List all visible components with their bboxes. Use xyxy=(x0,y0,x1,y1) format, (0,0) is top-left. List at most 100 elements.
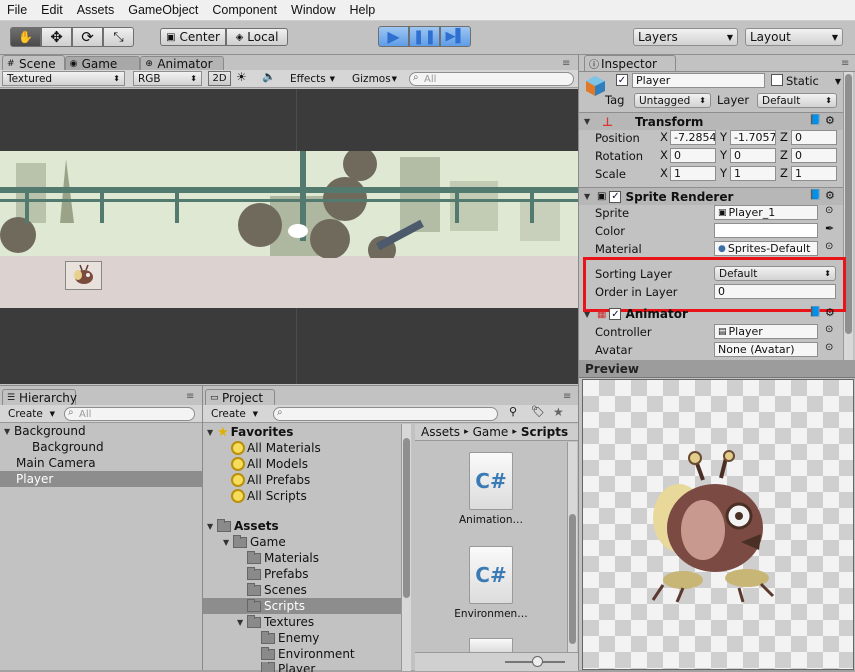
folder-textures[interactable]: ▼ Textures xyxy=(203,614,401,630)
static-checkbox[interactable] xyxy=(771,74,783,86)
preview-canvas[interactable] xyxy=(582,379,854,670)
favorites-section[interactable]: ▼ ★ Favorites xyxy=(203,424,401,440)
project-grid-scrollbar[interactable] xyxy=(567,442,577,652)
tab-animator[interactable]: ⊕ Animator xyxy=(140,56,224,71)
sprite-renderer-header[interactable]: ▼ ▣ ✓ Sprite Renderer 📘 ⚙ xyxy=(579,187,843,205)
icon-size-slider-handle[interactable] xyxy=(532,656,543,667)
audio-icon[interactable]: 🔈 xyxy=(262,70,276,83)
gear-icon[interactable]: ⚙ xyxy=(825,114,835,127)
folder-environment[interactable]: Environment xyxy=(203,646,401,662)
help-icon[interactable]: 📘 xyxy=(809,190,821,201)
scale-y-input[interactable]: 1 xyxy=(730,166,776,181)
hierarchy-item-main-camera[interactable]: Main Camera xyxy=(0,455,202,471)
help-icon[interactable]: 📘 xyxy=(809,115,821,126)
static-dropdown[interactable]: ▼ xyxy=(833,74,843,89)
sprite-renderer-enabled-checkbox[interactable]: ✓ xyxy=(609,190,622,203)
scale-tool-button[interactable]: ⤡ xyxy=(103,27,134,47)
folder-player[interactable]: Player xyxy=(203,662,401,672)
position-z-input[interactable]: 0 xyxy=(791,130,837,145)
breadcrumb-game[interactable]: Game xyxy=(473,425,509,439)
layout-dropdown[interactable]: Layout ▼ xyxy=(745,28,843,46)
project-search-input[interactable] xyxy=(273,407,498,421)
project-tree-scrollbar[interactable] xyxy=(401,424,411,671)
panel-menu-icon[interactable]: ≡ xyxy=(562,58,570,69)
filter-type-icon[interactable]: ⚲ xyxy=(509,405,517,418)
breadcrumb-assets[interactable]: Assets xyxy=(421,425,460,439)
hierarchy-search-input[interactable]: All xyxy=(64,407,195,421)
rotation-z-input[interactable]: 0 xyxy=(791,148,837,163)
pivot-center-button[interactable]: ▣ Center xyxy=(160,28,226,46)
assets-folder[interactable]: ▼ Assets xyxy=(203,518,401,534)
breadcrumb-scripts[interactable]: Scripts xyxy=(521,425,568,439)
gameobject-name-input[interactable]: Player xyxy=(632,73,765,88)
controller-field[interactable]: ▤ Player xyxy=(714,324,818,339)
step-button[interactable]: ▶▌ xyxy=(440,26,471,47)
scale-z-input[interactable]: 1 xyxy=(791,166,837,181)
lighting-icon[interactable]: ☀ xyxy=(236,70,247,84)
favorite-all-prefabs[interactable]: All Prefabs xyxy=(203,472,401,488)
menu-window[interactable]: Window xyxy=(284,3,342,17)
folder-scripts[interactable]: Scripts xyxy=(203,598,401,614)
effects-dropdown[interactable]: Effects ▼ xyxy=(286,71,339,86)
folder-materials[interactable]: Materials xyxy=(203,550,401,566)
menu-help[interactable]: Help xyxy=(342,3,382,17)
scene-viewport[interactable] xyxy=(0,89,578,384)
favorite-all-models[interactable]: All Models xyxy=(203,456,401,472)
animator-enabled-checkbox[interactable]: ✓ xyxy=(609,308,622,320)
tab-project[interactable]: ▭ Project xyxy=(205,389,275,405)
pause-button[interactable]: ❚❚ xyxy=(409,26,440,47)
sorting-layer-dropdown[interactable]: Default ⬍ xyxy=(714,266,836,281)
transform-header[interactable]: ▼ ⊥ Transform 📘 ⚙ xyxy=(579,112,843,130)
panel-menu-icon[interactable]: ≡ xyxy=(186,391,194,402)
tab-inspector[interactable]: ⓘ Inspector xyxy=(584,55,676,71)
favorite-all-materials[interactable]: All Materials xyxy=(203,440,401,456)
menu-edit[interactable]: Edit xyxy=(34,3,70,17)
menu-component[interactable]: Component xyxy=(205,3,284,17)
move-tool-button[interactable]: ✥ xyxy=(41,27,72,47)
panel-menu-icon[interactable]: ≡ xyxy=(563,391,571,402)
game-folder[interactable]: ▼ Game xyxy=(203,534,401,550)
foldout-arrow-icon[interactable]: ▼ xyxy=(207,522,217,531)
object-picker-icon[interactable]: ⊙ xyxy=(825,342,833,353)
rotate-tool-button[interactable]: ⟳ xyxy=(72,27,103,47)
avatar-field[interactable]: None (Avatar) xyxy=(714,342,818,357)
eyedropper-icon[interactable]: ✒ xyxy=(825,222,834,235)
menu-assets[interactable]: Assets xyxy=(70,3,122,17)
inspector-scrollbar[interactable] xyxy=(843,72,853,360)
scene-search-input[interactable]: All xyxy=(409,72,574,86)
active-checkbox[interactable]: ✓ xyxy=(616,74,628,86)
object-picker-icon[interactable]: ⊙ xyxy=(825,324,833,335)
gizmos-dropdown[interactable]: Gizmos ▼ xyxy=(348,71,401,86)
hand-tool-button[interactable]: ✋ xyxy=(10,27,41,47)
2d-mode-button[interactable]: 2D xyxy=(208,71,231,86)
favorite-all-scripts[interactable]: All Scripts xyxy=(203,488,401,504)
material-field[interactable]: ● Sprites-Default xyxy=(714,241,818,256)
favorite-star-icon[interactable]: ★ xyxy=(553,405,564,419)
help-icon[interactable]: 📘 xyxy=(809,307,821,318)
gear-icon[interactable]: ⚙ xyxy=(825,306,835,319)
order-in-layer-input[interactable]: 0 xyxy=(714,284,836,299)
file-partial-icon[interactable] xyxy=(469,638,513,652)
layers-dropdown[interactable]: Layers ▼ xyxy=(633,28,738,46)
tab-scene[interactable]: # Scene xyxy=(2,55,65,71)
hierarchy-item-background-child[interactable]: Background xyxy=(0,439,202,455)
hierarchy-create-dropdown[interactable]: Create ▼ xyxy=(4,406,59,421)
position-y-input[interactable]: -1.7057 xyxy=(730,130,776,145)
tab-game[interactable]: ◉ Game xyxy=(64,56,141,71)
scale-x-input[interactable]: 1 xyxy=(670,166,716,181)
menu-file[interactable]: File xyxy=(0,3,34,17)
menu-gameobject[interactable]: GameObject xyxy=(121,3,205,17)
object-picker-icon[interactable]: ⊙ xyxy=(825,241,833,252)
folder-prefabs[interactable]: Prefabs xyxy=(203,566,401,582)
animator-header[interactable]: ▼ ▦ ✓ Animator 📘 ⚙ xyxy=(579,306,843,321)
filter-label-icon[interactable]: 🏷 xyxy=(531,405,545,418)
sprite-field[interactable]: ▣ Player_1 xyxy=(714,205,818,220)
project-create-dropdown[interactable]: Create ▼ xyxy=(207,406,262,421)
foldout-arrow-icon[interactable]: ▼ xyxy=(4,427,14,436)
tab-hierarchy[interactable]: ☰ Hierarchy xyxy=(2,389,77,405)
object-picker-icon[interactable]: ⊙ xyxy=(825,205,833,216)
position-x-input[interactable]: -7.2854 xyxy=(670,130,716,145)
hierarchy-item-background[interactable]: ▼ Background xyxy=(0,423,202,439)
rotation-x-input[interactable]: 0 xyxy=(670,148,716,163)
foldout-arrow-icon[interactable]: ▼ xyxy=(223,538,233,547)
